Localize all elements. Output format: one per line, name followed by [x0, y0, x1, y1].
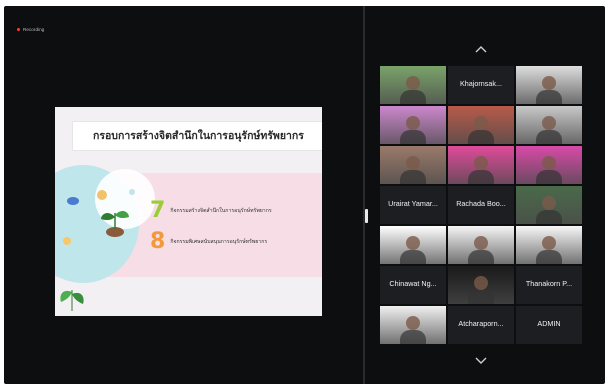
- participant-silhouette: [542, 156, 556, 170]
- participant-silhouette: [400, 170, 426, 184]
- participant-silhouette: [536, 90, 562, 104]
- slide-item-text: กิจกรรมพิเศษสนับสนุนการอนุรักษ์ทรัพยากร: [170, 239, 268, 245]
- participant-name: ADMIN: [537, 319, 561, 328]
- participant-silhouette: [468, 170, 494, 184]
- participant-tile[interactable]: [516, 106, 582, 144]
- participant-tile[interactable]: Chinawat Ng...: [380, 266, 446, 304]
- participant-silhouette: [406, 316, 420, 330]
- chevron-down-icon[interactable]: [474, 356, 488, 366]
- resize-handle[interactable]: [365, 209, 368, 223]
- participant-tile[interactable]: Khajornsak...: [448, 66, 514, 104]
- participant-silhouette: [474, 236, 488, 250]
- participant-name: Khajornsak...: [460, 79, 502, 88]
- participant-video: [380, 146, 446, 184]
- participant-video: [448, 146, 514, 184]
- participant-name: Rachada Boo...: [456, 199, 506, 208]
- participant-tile[interactable]: [380, 66, 446, 104]
- participant-video: [516, 106, 582, 144]
- slide-decoration: [129, 189, 135, 195]
- participant-tile[interactable]: Rachada Boo...: [448, 186, 514, 224]
- participant-video: [448, 266, 514, 304]
- slide-item-number: 8: [150, 229, 166, 254]
- participant-tile[interactable]: Atcharaporn...: [448, 306, 514, 344]
- panel-divider[interactable]: [363, 6, 365, 384]
- participant-name: Thanakorn P...: [525, 279, 573, 288]
- participant-tile[interactable]: [448, 106, 514, 144]
- participant-video: [380, 66, 446, 104]
- participant-tile[interactable]: [380, 226, 446, 264]
- participant-video: [516, 66, 582, 104]
- meeting-window: Recording กรอบการสร้างจิตสำนึกในการอนุรั…: [4, 6, 605, 384]
- participant-video: [516, 146, 582, 184]
- slide-decoration: [67, 197, 79, 205]
- participant-video: [380, 306, 446, 344]
- slide-title: กรอบการสร้างจิตสำนึกในการอนุรักษ์ทรัพยาก…: [93, 130, 304, 142]
- participant-tile[interactable]: [516, 146, 582, 184]
- participant-name: Atcharaporn...: [458, 319, 504, 328]
- participant-silhouette: [400, 130, 426, 144]
- participant-name: Urairat Yamar...: [388, 199, 438, 208]
- slide-decoration: [63, 237, 71, 245]
- recording-dot-icon: [17, 28, 20, 31]
- participant-silhouette: [536, 210, 562, 224]
- participant-name: Chinawat Ng...: [389, 279, 437, 288]
- participant-silhouette: [542, 196, 556, 210]
- participant-tile[interactable]: [448, 226, 514, 264]
- participant-tile[interactable]: Thanakorn P...: [516, 266, 582, 304]
- participant-tile[interactable]: [448, 146, 514, 184]
- recording-indicator: Recording: [17, 27, 44, 32]
- participant-silhouette: [536, 250, 562, 264]
- participant-silhouette: [536, 130, 562, 144]
- participant-tile[interactable]: [516, 66, 582, 104]
- participant-tile[interactable]: [516, 186, 582, 224]
- chevron-up-icon[interactable]: [474, 44, 488, 54]
- recording-label: Recording: [23, 27, 45, 32]
- participant-silhouette: [542, 116, 556, 130]
- slide-title-bar: กรอบการสร้างจิตสำนึกในการอนุรักษ์ทรัพยาก…: [73, 122, 322, 150]
- participant-video: [380, 106, 446, 144]
- participant-tile[interactable]: [380, 106, 446, 144]
- participant-silhouette: [474, 276, 488, 290]
- slide-item-number: 7: [150, 198, 166, 223]
- shared-screen-slide: กรอบการสร้างจิตสำนึกในการอนุรักษ์ทรัพยาก…: [55, 107, 322, 316]
- slide-item-text: กิจกรรมสร้างจิตสำนึกในการอนุรักษ์ทรัพยาก…: [170, 208, 272, 214]
- participant-video: [448, 226, 514, 264]
- participant-tile[interactable]: Urairat Yamar...: [380, 186, 446, 224]
- slide-item-8: 8 กิจกรรมพิเศษสนับสนุนการอนุรักษ์ทรัพยาก…: [150, 231, 267, 253]
- participant-silhouette: [406, 116, 420, 130]
- participant-video: [380, 226, 446, 264]
- participant-video: [448, 106, 514, 144]
- participant-silhouette: [406, 236, 420, 250]
- participant-silhouette: [400, 330, 426, 344]
- participant-silhouette: [400, 250, 426, 264]
- participant-tile[interactable]: [380, 146, 446, 184]
- participant-silhouette: [536, 170, 562, 184]
- plant-illustration: [101, 211, 129, 237]
- participant-silhouette: [400, 90, 426, 104]
- participant-silhouette: [468, 130, 494, 144]
- participant-silhouette: [474, 116, 488, 130]
- participant-silhouette: [406, 156, 420, 170]
- participant-silhouette: [468, 250, 494, 264]
- participant-silhouette: [474, 156, 488, 170]
- participant-tile[interactable]: [516, 226, 582, 264]
- slide-decoration: [97, 190, 107, 200]
- participant-silhouette: [406, 76, 420, 90]
- participant-video: [516, 226, 582, 264]
- participant-video: [516, 186, 582, 224]
- participant-silhouette: [468, 290, 494, 304]
- slide-item-7: 7 กิจกรรมสร้างจิตสำนึกในการอนุรักษ์ทรัพย…: [150, 200, 272, 222]
- participant-silhouette: [542, 76, 556, 90]
- participant-tile[interactable]: [448, 266, 514, 304]
- leaf-illustration: [60, 290, 84, 311]
- participant-tile[interactable]: ADMIN: [516, 306, 582, 344]
- participant-tile[interactable]: [380, 306, 446, 344]
- participant-silhouette: [542, 236, 556, 250]
